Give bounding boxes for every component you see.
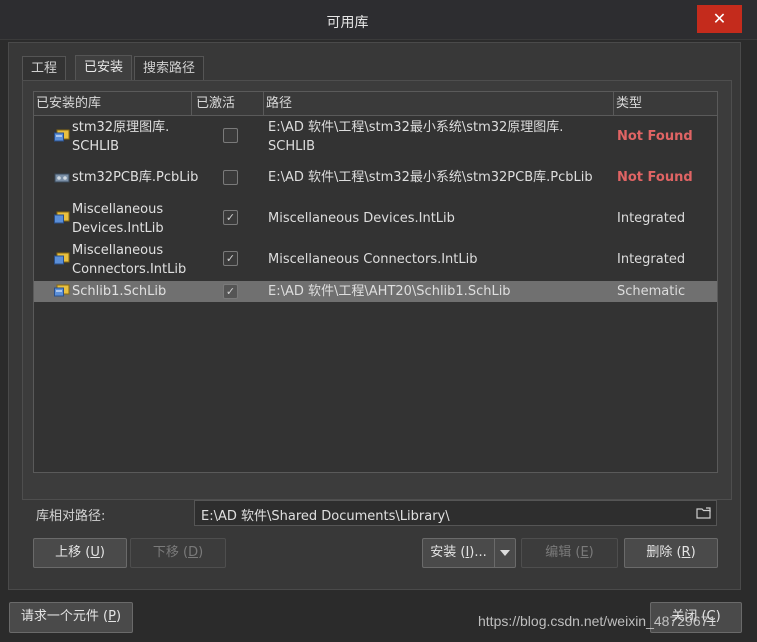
active-checkbox[interactable]: ✓ xyxy=(223,251,238,266)
library-path: Miscellaneous Devices.IntLib xyxy=(268,211,455,226)
table-row[interactable]: stm32原理图库. SCHLIB E:\AD 软件\工程\stm32最小系统\… xyxy=(34,116,717,157)
library-name: Schlib1.SchLib xyxy=(72,284,167,299)
move-down-button[interactable]: 下移 (D) xyxy=(130,538,226,568)
request-component-button[interactable]: 请求一个元件 (P) xyxy=(9,602,133,633)
library-type: Not Found xyxy=(617,129,693,144)
relative-path-label: 库相对路径: xyxy=(36,509,106,524)
active-checkbox[interactable] xyxy=(223,128,238,143)
integrated-library-icon xyxy=(54,211,70,224)
library-path: E:\AD 软件\工程\stm32最小系统\stm32PCB库.PcbLib xyxy=(268,170,593,185)
install-button[interactable]: 安装 (I)... xyxy=(422,538,494,568)
library-name: stm32原理图库. SCHLIB xyxy=(72,120,170,154)
library-path: Miscellaneous Connectors.IntLib xyxy=(268,252,478,267)
table-row-selected[interactable]: Schlib1.SchLib ✓ E:\AD 软件\工程\AHT20\Schli… xyxy=(34,281,717,302)
table-row[interactable]: Miscellaneous Devices.IntLib ✓ Miscellan… xyxy=(34,198,717,239)
tab-project[interactable]: 工程 xyxy=(22,56,67,80)
column-header-activated[interactable]: 已激活 xyxy=(194,92,264,115)
table-row[interactable]: Miscellaneous Connectors.IntLib ✓ Miscel… xyxy=(34,239,717,280)
schematic-library-icon xyxy=(54,284,70,297)
edit-button[interactable]: 编辑 (E) xyxy=(521,538,618,568)
table-header: 已安装的库 已激活 路径 类型 xyxy=(34,92,717,116)
schematic-library-icon xyxy=(54,129,70,142)
column-header-path[interactable]: 路径 xyxy=(264,92,614,115)
library-name: Miscellaneous Devices.IntLib xyxy=(72,202,164,236)
active-checkbox[interactable]: ✓ xyxy=(223,284,238,299)
relative-path-value: E:\AD 软件\Shared Documents\Library\ xyxy=(201,509,450,524)
library-name: Miscellaneous Connectors.IntLib xyxy=(72,243,187,277)
dialog-title: 可用库 xyxy=(326,15,369,31)
folder-open-icon[interactable] xyxy=(696,506,712,520)
library-path: E:\AD 软件\工程\AHT20\Schlib1.SchLib xyxy=(268,284,511,299)
column-header-type[interactable]: 类型 xyxy=(614,92,717,115)
column-header-installed-library[interactable]: 已安装的库 xyxy=(34,92,192,115)
library-type: Not Found xyxy=(617,170,693,185)
library-table: 已安装的库 已激活 路径 类型 stm32原理图库. SCHLIB E:\AD … xyxy=(33,91,718,473)
title-bar: 可用库 ✕ xyxy=(0,0,757,40)
library-type: Integrated xyxy=(617,252,686,267)
active-checkbox[interactable] xyxy=(223,170,238,185)
tab-search-path[interactable]: 搜索路径 xyxy=(134,56,205,80)
relative-path-field[interactable]: E:\AD 软件\Shared Documents\Library\ xyxy=(194,500,717,526)
pcb-library-icon xyxy=(54,173,70,183)
window-close-button[interactable]: ✕ xyxy=(697,5,742,33)
tab-installed[interactable]: 已安装 xyxy=(75,55,133,81)
library-path: E:\AD 软件\工程\stm32最小系统\stm32原理图库. SCHLIB xyxy=(268,120,564,154)
table-row[interactable]: stm32PCB库.PcbLib E:\AD 软件\工程\stm32最小系统\s… xyxy=(34,157,717,198)
library-name: stm32PCB库.PcbLib xyxy=(72,170,199,185)
library-type: Schematic xyxy=(617,284,686,299)
library-type: Integrated xyxy=(617,211,686,226)
move-up-button[interactable]: 上移 (U) xyxy=(33,538,127,568)
chevron-down-icon xyxy=(500,550,510,556)
watermark-text: https://blog.csdn.net/weixin_48729671 xyxy=(478,613,717,629)
install-dropdown-button[interactable] xyxy=(494,538,516,568)
remove-button[interactable]: 删除 (R) xyxy=(624,538,718,568)
integrated-library-icon xyxy=(54,252,70,265)
active-checkbox[interactable]: ✓ xyxy=(223,210,238,225)
